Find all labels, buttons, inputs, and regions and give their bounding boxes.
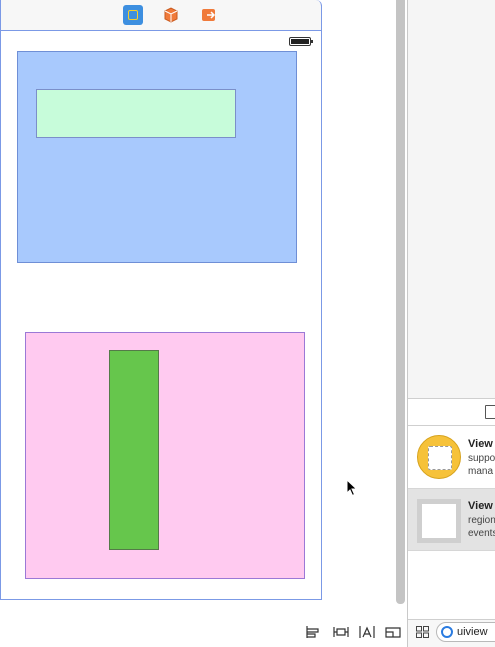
mint-view[interactable] — [36, 89, 236, 138]
library-item-desc: mana — [468, 466, 494, 477]
battery-icon — [289, 37, 313, 46]
library-item-view[interactable]: View region events — [408, 489, 495, 551]
blue-view[interactable] — [17, 51, 297, 263]
first-responder-icon[interactable] — [161, 5, 181, 25]
scene-dock — [0, 0, 322, 31]
filter-icon — [441, 626, 453, 638]
resizing-icon[interactable] — [385, 625, 401, 639]
library-item-view-controller[interactable]: View suppo mana — [408, 427, 495, 489]
library-item-desc: region — [468, 515, 495, 526]
view-controller-icon[interactable] — [123, 5, 143, 25]
pink-view[interactable] — [25, 332, 305, 579]
library-item-desc: events — [468, 528, 495, 539]
grid-view-icon[interactable] — [416, 626, 429, 638]
view-controller-object-icon — [417, 435, 461, 479]
align-icon[interactable] — [306, 625, 322, 639]
canvas-scrollbar[interactable] — [396, 0, 405, 604]
filter-value: uiview — [457, 626, 488, 638]
library-item-title: View — [468, 500, 493, 512]
library-item-desc: suppo — [468, 453, 495, 464]
library-item-title: View — [468, 438, 493, 450]
pin-icon[interactable] — [333, 625, 349, 639]
green-view[interactable] — [109, 350, 159, 550]
exit-icon[interactable] — [199, 5, 219, 25]
library-header — [408, 398, 495, 426]
view-object-icon — [417, 499, 461, 543]
inspector-area — [408, 0, 495, 398]
file-template-icon[interactable] — [485, 405, 495, 419]
resolve-icon[interactable] — [359, 625, 375, 639]
library-filter-input[interactable]: uiview — [436, 622, 495, 642]
mouse-cursor-icon — [346, 479, 358, 497]
